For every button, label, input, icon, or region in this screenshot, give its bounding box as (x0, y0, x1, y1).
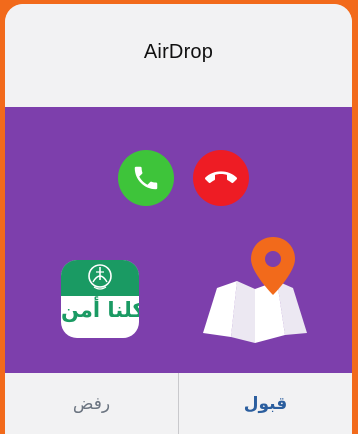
emblem-icon (88, 264, 112, 290)
dialog-actions: رفض قبول (5, 373, 352, 434)
dialog-header: AirDrop (5, 4, 352, 107)
accept-call-icon (118, 150, 174, 206)
app-name-label: كلنا أمن (61, 298, 139, 322)
decline-button[interactable]: رفض (5, 373, 179, 434)
map-location-icon (203, 237, 307, 343)
airdrop-dialog: AirDrop كلنا أمن رفض قبول (5, 4, 352, 434)
phone-icon (134, 166, 158, 190)
decline-call-icon (193, 150, 249, 206)
airdrop-preview: كلنا أمن (5, 107, 352, 373)
kollona-amn-app-icon: كلنا أمن (61, 260, 139, 338)
hang-up-icon (205, 171, 237, 184)
accept-button[interactable]: قبول (179, 373, 352, 434)
dialog-title: AirDrop (143, 41, 214, 63)
app-emblem-banner (61, 260, 139, 296)
